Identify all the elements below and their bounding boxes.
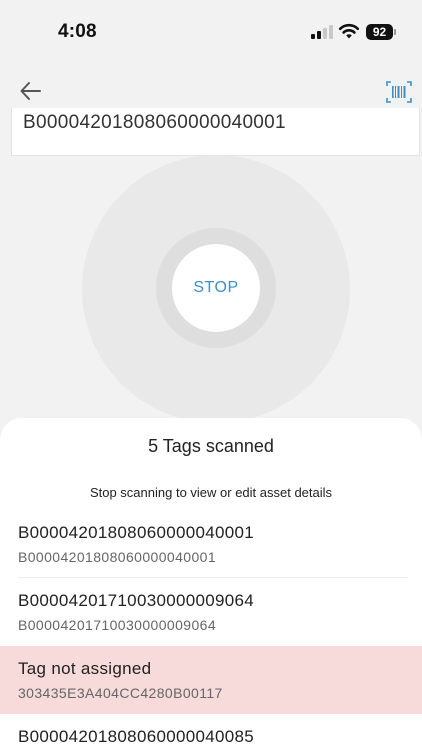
tag-id-field[interactable]: B0000420180806000004000​1 (11, 108, 420, 156)
tag-primary-text: B00004201808060000040001 (18, 523, 254, 542)
tag-list-item[interactable]: B00004201808060000040001 B00004201808060… (0, 510, 422, 578)
tag-primary-text: Tag not assigned (18, 659, 152, 678)
tag-list-item-unassigned[interactable]: Tag not assigned 303435E3A404CC4280B0011… (0, 646, 422, 714)
scanned-tag-list: B00004201808060000040001 B00004201808060… (0, 510, 422, 750)
scanned-count-title: 5 Tags scanned (148, 436, 274, 456)
tag-secondary-text: B00004201808060000040001 (18, 549, 217, 565)
tag-primary-text: B00004201710030000009064 (18, 591, 254, 610)
back-arrow-icon[interactable] (18, 78, 44, 104)
scan-hint-text: Stop scanning to view or edit asset deta… (89, 485, 333, 500)
battery-cap (394, 29, 396, 35)
tag-list-item[interactable]: B00004201808060000040085 (0, 714, 422, 750)
wifi-icon (338, 23, 360, 39)
tag-secondary-text: 303435E3A404CC4280B00117 (18, 685, 223, 701)
tag-secondary-text: B00004201710030000009064 (18, 617, 217, 633)
tag-id-value: B0000420180806000004000​1 (23, 112, 286, 133)
tag-primary-text: B00004201808060000040085 (18, 727, 254, 746)
status-bar: 4:08 92 (0, 0, 422, 60)
barcode-scan-icon[interactable] (386, 80, 412, 104)
battery-icon: 92 (366, 24, 393, 40)
cellular-signal-icon (311, 25, 333, 39)
status-time: 4:08 (58, 21, 97, 42)
stop-scan-button[interactable]: STOP (172, 244, 260, 332)
tag-list-item[interactable]: B00004201710030000009064 B00004201710030… (0, 578, 422, 646)
scanned-tags-sheet: 5 Tags scanned Stop scanning to view or … (0, 418, 422, 750)
